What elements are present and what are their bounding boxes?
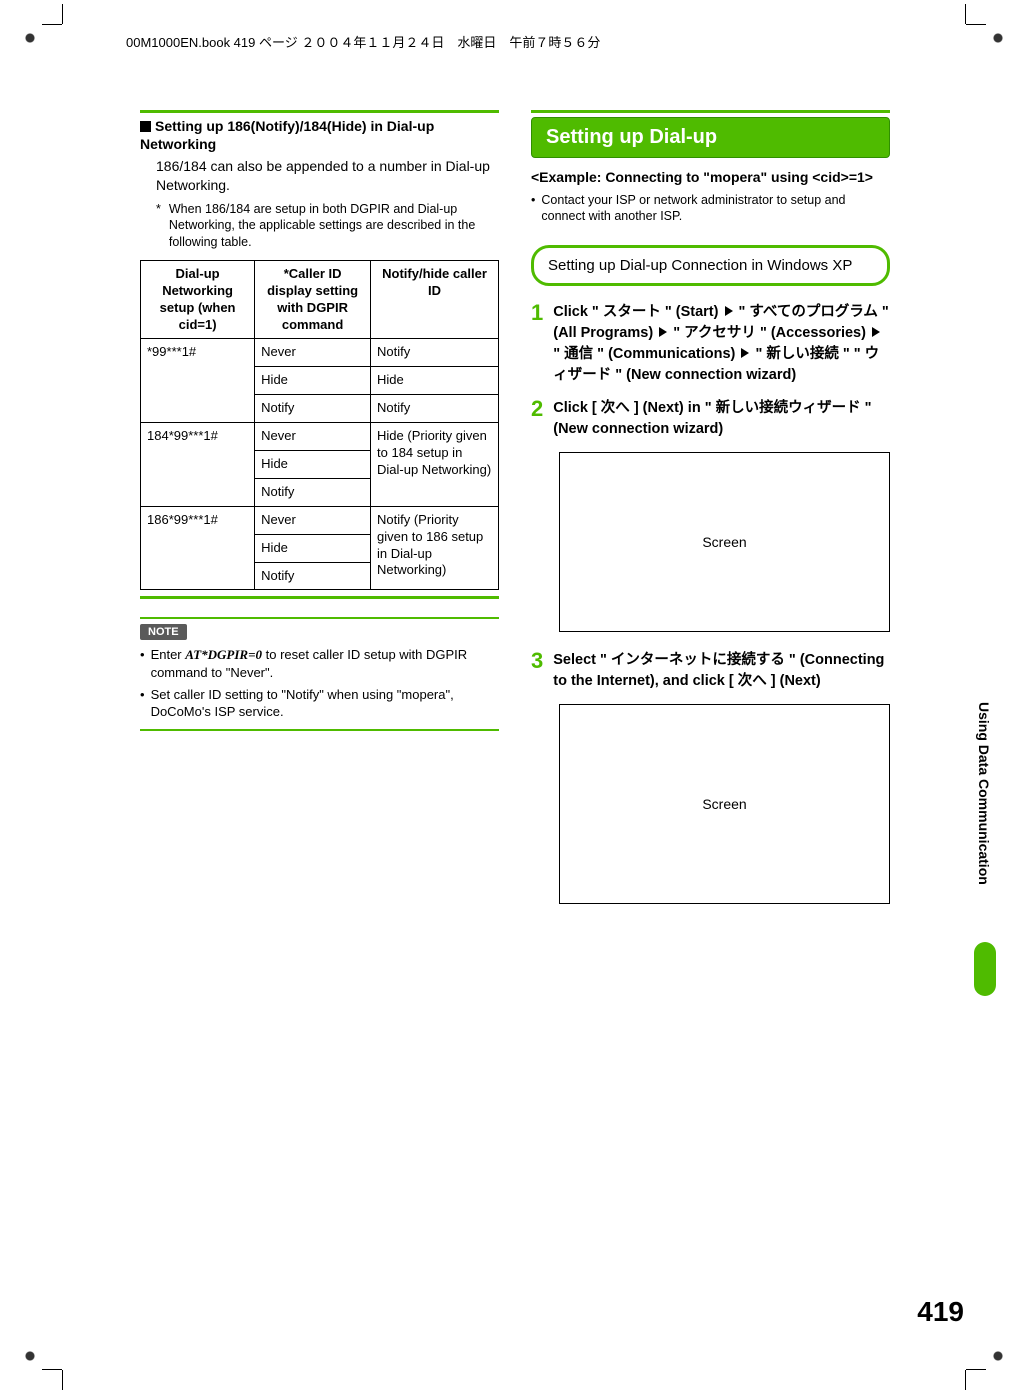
- asterisk-icon: *: [156, 201, 161, 250]
- table-cell: Notify: [371, 339, 499, 367]
- rule-green: [140, 729, 499, 731]
- crop-mark-icon: [936, 1360, 966, 1390]
- side-tab-marker: [974, 942, 996, 996]
- example-bullet: • Contact your ISP or network administra…: [531, 192, 890, 225]
- table-cell: Notify: [255, 562, 371, 590]
- table-cell: Hide: [255, 534, 371, 562]
- table-header: Notify/hide caller ID: [371, 260, 499, 339]
- left-column: Setting up 186(Notify)/184(Hide) in Dial…: [140, 110, 499, 922]
- command-text: AT*DGPIR=0: [185, 647, 262, 662]
- sub-body: 186/184 can also be appended to a number…: [156, 157, 499, 195]
- step-text: Select " インターネットに接続する " (Connecting to t…: [553, 650, 890, 692]
- table-cell: Never: [255, 339, 371, 367]
- step-2: 2 Click [ 次へ ] (Next) in " 新しい接続ウィザード " …: [531, 398, 890, 440]
- table-cell: Never: [255, 423, 371, 451]
- crop-mark-icon: [62, 4, 92, 34]
- table-cell: Notify: [255, 395, 371, 423]
- note-body: • Enter AT*DGPIR=0 to reset caller ID se…: [140, 646, 499, 720]
- bullet-icon: •: [140, 646, 145, 681]
- screenshot-placeholder: Screen: [559, 704, 890, 904]
- table-cell: Hide: [255, 367, 371, 395]
- rule-green: [140, 110, 499, 113]
- registration-mark-icon: [986, 1344, 1010, 1368]
- step-text: Click " スタート " (Start) " すべてのプログラム " (Al…: [553, 302, 890, 386]
- rule-green: [140, 617, 499, 619]
- bullet-icon: •: [531, 192, 535, 225]
- note-text: Enter AT*DGPIR=0 to reset caller ID setu…: [151, 646, 499, 681]
- arrow-right-icon: [741, 348, 749, 358]
- table-cell: Never: [255, 506, 371, 534]
- list-item: • Enter AT*DGPIR=0 to reset caller ID se…: [140, 646, 499, 681]
- table-cell: Hide (Priority given to 184 setup in Dia…: [371, 423, 499, 507]
- print-meta-line: 00M1000EN.book 419 ページ ２００４年１１月２４日 水曜日 午…: [126, 32, 600, 51]
- screenshot-placeholder: Screen: [559, 452, 890, 632]
- step-1: 1 Click " スタート " (Start) " すべてのプログラム " (…: [531, 302, 890, 386]
- right-column: Setting up Dial-up <Example: Connecting …: [531, 110, 890, 922]
- note-label: NOTE: [140, 624, 187, 640]
- table-cell: Notify (Priority given to 186 setup in D…: [371, 506, 499, 590]
- side-tab-label: Using Data Communication: [976, 702, 992, 885]
- rule-green: [140, 596, 499, 599]
- table-header: *Caller ID display setting with DGPIR co…: [255, 260, 371, 339]
- registration-mark-icon: [18, 26, 42, 50]
- table-cell: Hide: [255, 451, 371, 479]
- table-header: Dial-up Networking setup (when cid=1): [141, 260, 255, 339]
- arrow-right-icon: [725, 306, 733, 316]
- step-text: Click [ 次へ ] (Next) in " 新しい接続ウィザード " (N…: [553, 398, 890, 440]
- table-cell: Notify: [255, 478, 371, 506]
- sub-heading: Setting up 186(Notify)/184(Hide) in Dial…: [140, 117, 499, 153]
- section-heading: Setting up Dial-up: [531, 117, 890, 158]
- arrow-right-icon: [872, 327, 880, 337]
- sub-heading-text: Setting up 186(Notify)/184(Hide) in Dial…: [140, 118, 434, 152]
- list-item: • Set caller ID setting to "Notify" when…: [140, 686, 499, 721]
- arrow-right-icon: [659, 327, 667, 337]
- placeholder-label: Screen: [702, 796, 746, 812]
- rule-green: [531, 110, 890, 113]
- table-cell: *99***1#: [141, 339, 255, 423]
- crop-mark-icon: [62, 1360, 92, 1390]
- placeholder-label: Screen: [702, 534, 746, 550]
- table-cell: Hide: [371, 367, 499, 395]
- table-cell: 184*99***1#: [141, 423, 255, 507]
- square-bullet-icon: [140, 121, 151, 132]
- note-text: Set caller ID setting to "Notify" when u…: [151, 686, 499, 721]
- table-cell: 186*99***1#: [141, 506, 255, 590]
- step-3: 3 Select " インターネットに接続する " (Connecting to…: [531, 650, 890, 692]
- page-number: 419: [917, 1296, 964, 1328]
- step-number: 1: [531, 302, 543, 386]
- table-cell: Notify: [371, 395, 499, 423]
- step-number: 3: [531, 650, 543, 692]
- example-bullet-text: Contact your ISP or network administrato…: [541, 192, 890, 225]
- table-footnote: * When 186/184 are setup in both DGPIR a…: [156, 201, 499, 250]
- step-number: 2: [531, 398, 543, 440]
- footnote-text: When 186/184 are setup in both DGPIR and…: [169, 201, 499, 250]
- registration-mark-icon: [18, 1344, 42, 1368]
- subsection-box: Setting up Dial-up Connection in Windows…: [531, 245, 890, 287]
- registration-mark-icon: [986, 26, 1010, 50]
- example-title: <Example: Connecting to "mopera" using <…: [531, 168, 890, 186]
- bullet-icon: •: [140, 686, 145, 721]
- settings-table: Dial-up Networking setup (when cid=1) *C…: [140, 260, 499, 591]
- crop-mark-icon: [936, 4, 966, 34]
